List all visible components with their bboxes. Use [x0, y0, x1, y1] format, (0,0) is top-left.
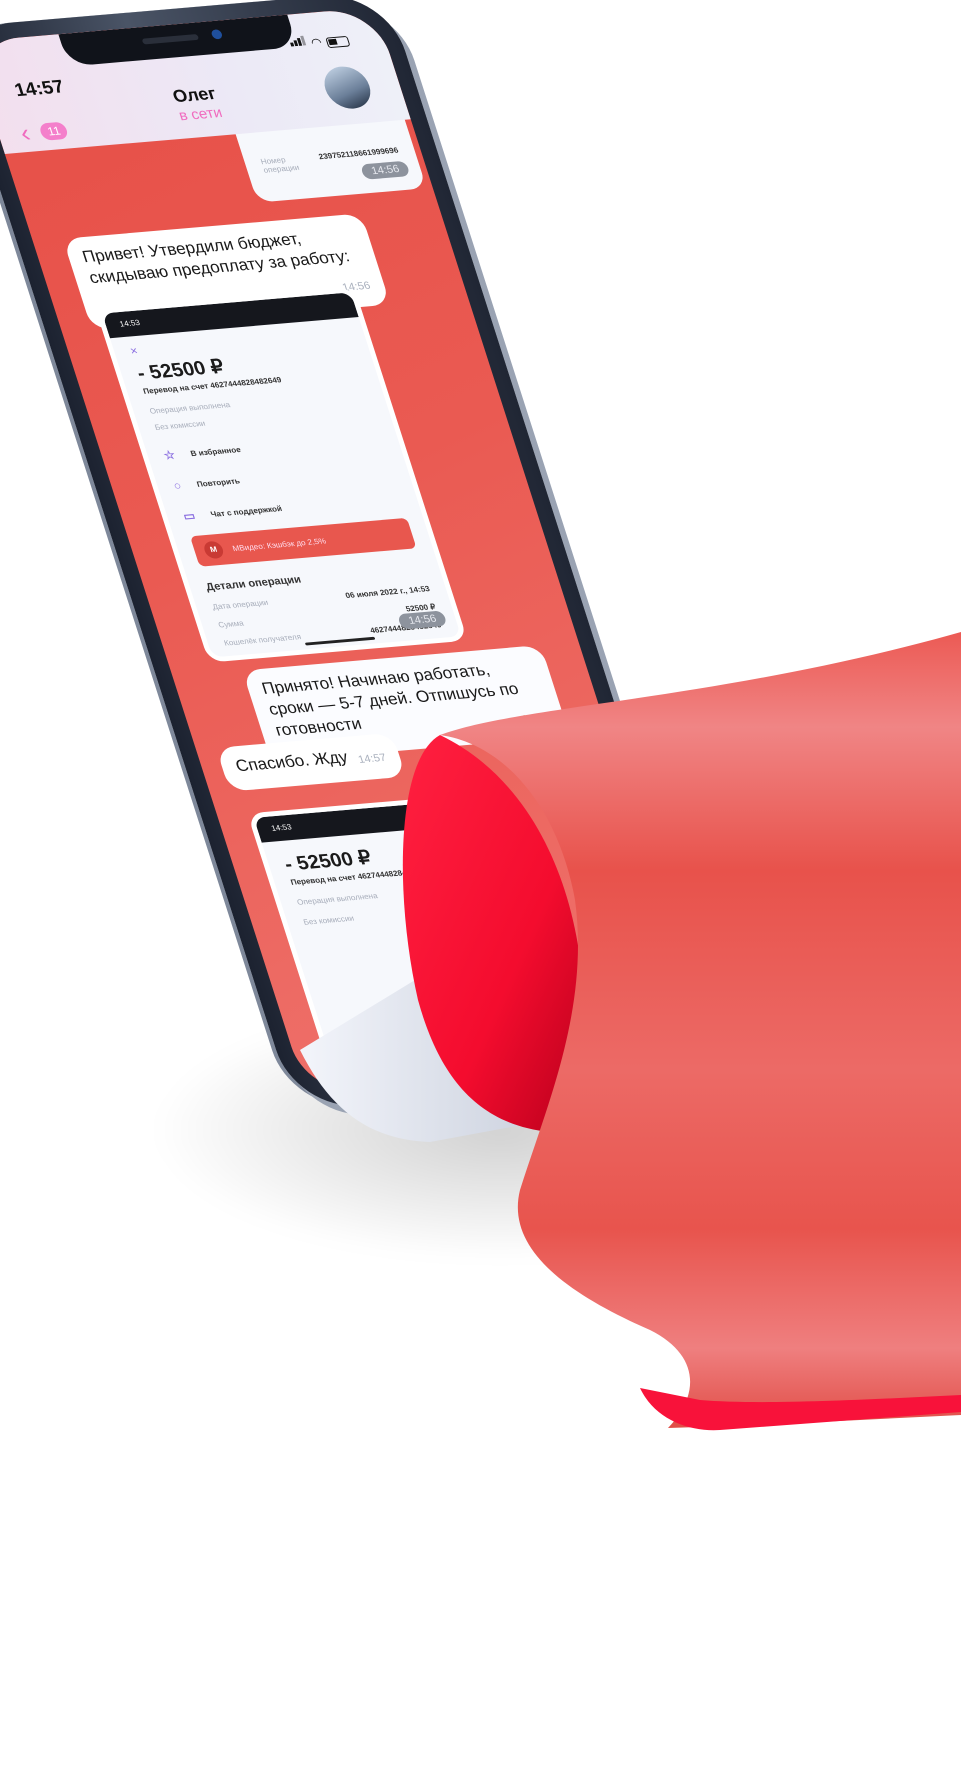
ribbon-graphic	[300, 632, 961, 1431]
